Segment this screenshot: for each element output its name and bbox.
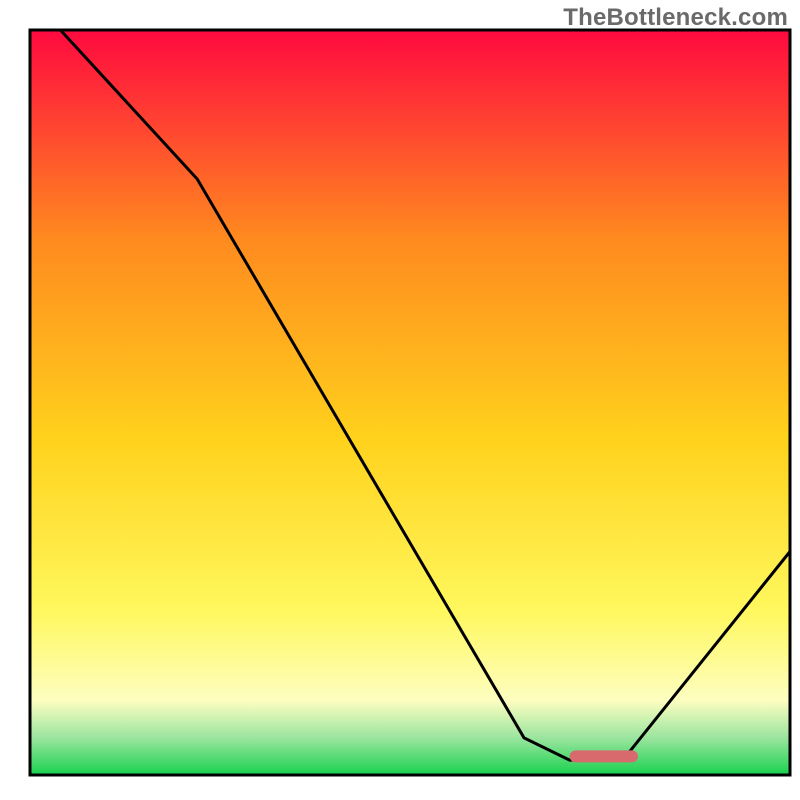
gradient-background bbox=[30, 30, 790, 775]
chart-container: TheBottleneck.com bbox=[0, 0, 800, 800]
optimum-marker bbox=[570, 750, 638, 762]
watermark-text: TheBottleneck.com bbox=[563, 4, 788, 32]
bottleneck-chart bbox=[0, 0, 800, 800]
